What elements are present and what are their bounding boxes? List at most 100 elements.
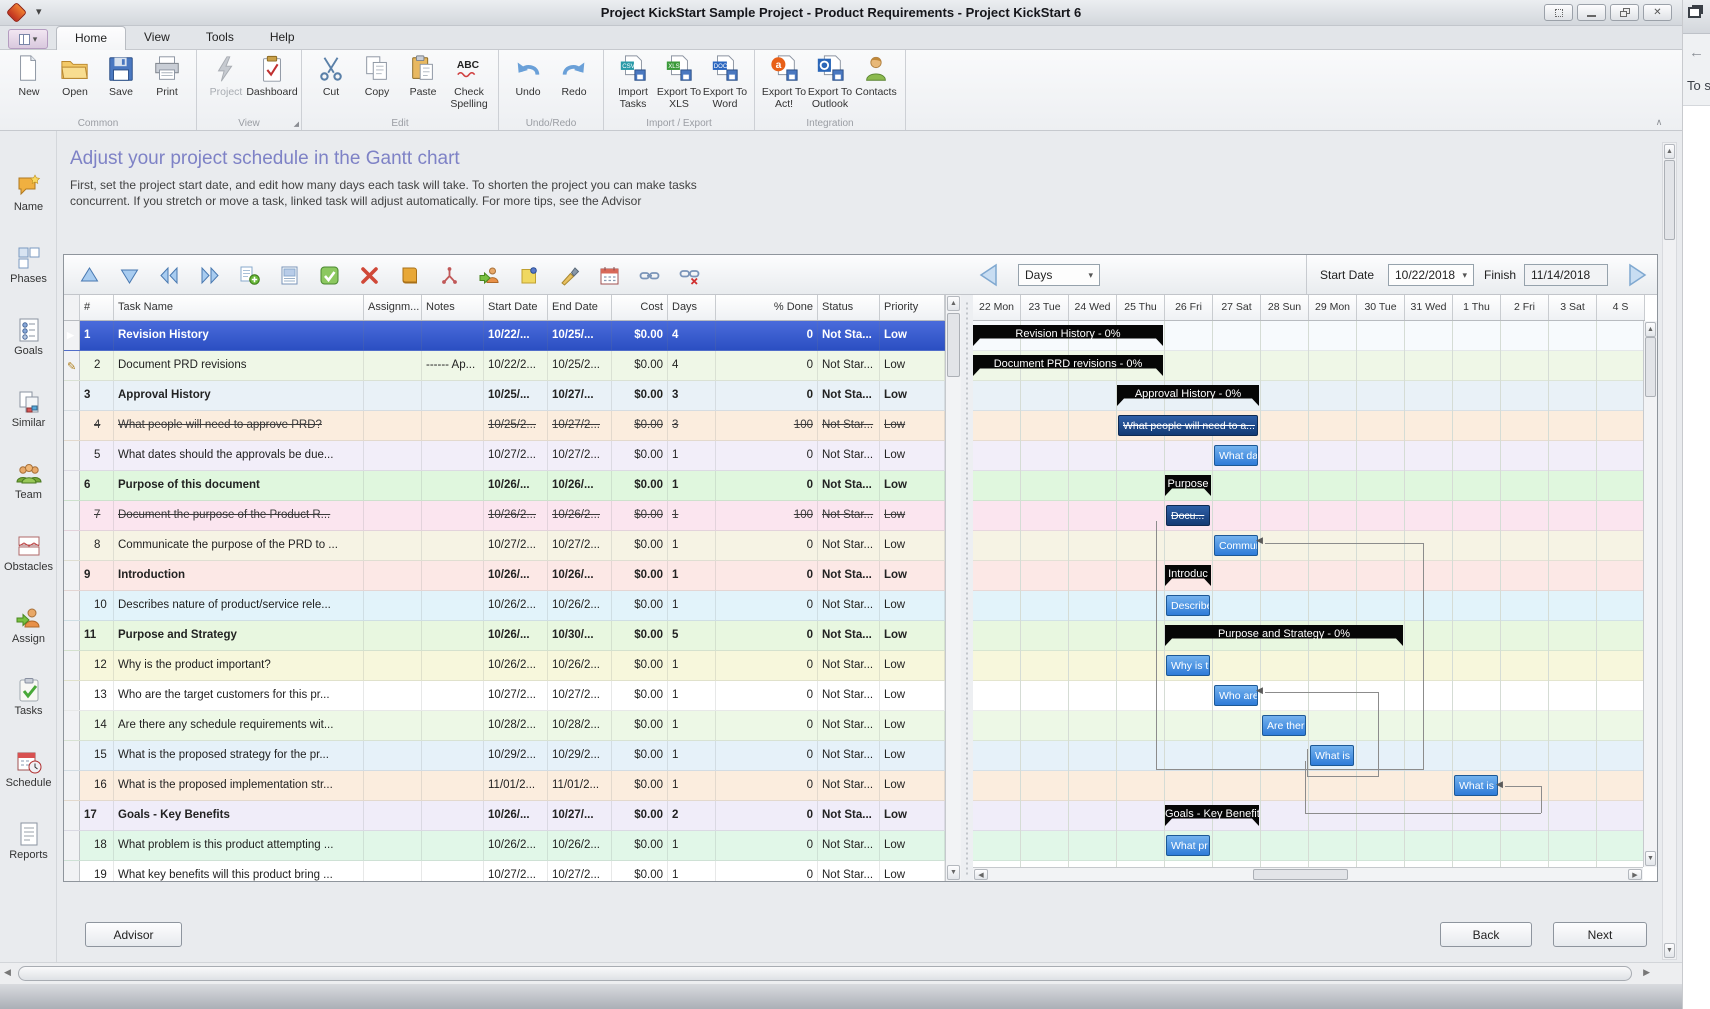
- cell-days[interactable]: 1: [668, 441, 716, 470]
- scroll-right-button[interactable]: ▶: [1628, 869, 1642, 880]
- delete-task-button[interactable]: [356, 262, 382, 288]
- cell-%-done[interactable]: 0: [716, 441, 818, 470]
- pane-splitter[interactable]: [961, 295, 973, 881]
- cell-notes[interactable]: [422, 501, 484, 530]
- cell-days[interactable]: 4: [668, 351, 716, 380]
- content-vertical-scrollbar[interactable]: ▲ ▼: [1662, 142, 1677, 960]
- cell-priority[interactable]: Low: [880, 561, 945, 590]
- cell-status[interactable]: Not Sta...: [818, 801, 880, 830]
- scrollbar-thumb[interactable]: [1253, 869, 1348, 880]
- application-menu-button[interactable]: ▾: [8, 29, 48, 49]
- cell-%-done[interactable]: 100: [716, 501, 818, 530]
- cell-assignm-[interactable]: [364, 801, 422, 830]
- cell-priority[interactable]: Low: [880, 411, 945, 440]
- cell-priority[interactable]: Low: [880, 801, 945, 830]
- collapsed-side-panel[interactable]: ← To s: [1682, 0, 1710, 1009]
- cell-start-date[interactable]: 10/25/2...: [484, 411, 548, 440]
- column-header-priority[interactable]: Priority: [880, 295, 945, 320]
- column-header-end-date[interactable]: End Date: [548, 295, 612, 320]
- cell-task-name[interactable]: What is the proposed implementation str.…: [114, 771, 364, 800]
- group-launcher-icon[interactable]: ◢: [294, 120, 299, 128]
- add-task-button[interactable]: [236, 262, 262, 288]
- task-row-6[interactable]: 6Purpose of this document10/26/...10/26/…: [64, 471, 945, 501]
- cell-%-done[interactable]: 0: [716, 681, 818, 710]
- sidebar-item-team[interactable]: Team: [0, 461, 57, 519]
- cell-%-done[interactable]: 0: [716, 621, 818, 650]
- cell-assignm-[interactable]: [364, 381, 422, 410]
- cell-cost[interactable]: $0.00: [612, 681, 668, 710]
- cell-priority[interactable]: Low: [880, 441, 945, 470]
- panel-back-arrow-icon[interactable]: ←: [1689, 44, 1704, 61]
- cell-assignm-[interactable]: [364, 561, 422, 590]
- cell-days[interactable]: 1: [668, 591, 716, 620]
- task-row-17[interactable]: 17Goals - Key Benefits10/26/...10/27/...…: [64, 801, 945, 831]
- cut-button[interactable]: Cut: [308, 52, 354, 98]
- sidebar-item-similar[interactable]: Similar: [0, 389, 57, 447]
- collapse-ribbon-button[interactable]: ∧: [1648, 117, 1670, 130]
- cell-start-date[interactable]: 10/26/...: [484, 801, 548, 830]
- cell-task-name[interactable]: What is the proposed strategy for the pr…: [114, 741, 364, 770]
- cell-task-name[interactable]: Document the purpose of the Product R...: [114, 501, 364, 530]
- cell-priority[interactable]: Low: [880, 651, 945, 680]
- cell-days[interactable]: 1: [668, 831, 716, 860]
- cell-%-done[interactable]: 0: [716, 861, 818, 881]
- cell-notes[interactable]: [422, 411, 484, 440]
- cell-cost[interactable]: $0.00: [612, 441, 668, 470]
- cell-assignm-[interactable]: [364, 861, 422, 881]
- cell-assignm-[interactable]: [364, 771, 422, 800]
- cell-notes[interactable]: [422, 801, 484, 830]
- cell-%-done[interactable]: 0: [716, 321, 818, 350]
- cell-notes[interactable]: [422, 831, 484, 860]
- cell-days[interactable]: 1: [668, 561, 716, 590]
- cell-#[interactable]: 15: [80, 741, 114, 770]
- cell-%-done[interactable]: 0: [716, 741, 818, 770]
- export-to-outlook-button[interactable]: Export ToOutlook: [807, 52, 853, 110]
- cell-%-done[interactable]: 0: [716, 711, 818, 740]
- cell-start-date[interactable]: 10/22/...: [484, 321, 548, 350]
- cell-task-name[interactable]: Who are the target customers for this pr…: [114, 681, 364, 710]
- cell-priority[interactable]: Low: [880, 591, 945, 620]
- cell-assignm-[interactable]: [364, 681, 422, 710]
- cell-days[interactable]: 1: [668, 861, 716, 881]
- cell-start-date[interactable]: 10/22/2...: [484, 351, 548, 380]
- cell-end-date[interactable]: 10/25/...: [548, 321, 612, 350]
- cell-days[interactable]: 3: [668, 411, 716, 440]
- cell-priority[interactable]: Low: [880, 531, 945, 560]
- cell-priority[interactable]: Low: [880, 861, 945, 881]
- cell-task-name[interactable]: What dates should the approvals be due..…: [114, 441, 364, 470]
- task-row-10[interactable]: 10Describes nature of product/service re…: [64, 591, 945, 621]
- export-to-xls-button[interactable]: XLSExport ToXLS: [656, 52, 702, 110]
- calendar-button[interactable]: [596, 262, 622, 288]
- cell-task-name[interactable]: Revision History: [114, 321, 364, 350]
- task-row-7[interactable]: 7Document the purpose of the Product R..…: [64, 501, 945, 531]
- close-button[interactable]: ✕: [1643, 4, 1672, 21]
- cell-start-date[interactable]: 10/26/...: [484, 561, 548, 590]
- sidebar-item-goals[interactable]: Goals: [0, 317, 57, 375]
- task-row-9[interactable]: 9Introduction10/26/...10/26/...$0.0010No…: [64, 561, 945, 591]
- cell-start-date[interactable]: 10/26/2...: [484, 831, 548, 860]
- cell-%-done[interactable]: 100: [716, 411, 818, 440]
- unlink-tasks-button[interactable]: [676, 262, 702, 288]
- cell-%-done[interactable]: 0: [716, 381, 818, 410]
- new-button[interactable]: New: [6, 52, 52, 98]
- scroll-down-button[interactable]: ▼: [947, 865, 960, 880]
- cell-assignm-[interactable]: [364, 621, 422, 650]
- task-row-4[interactable]: 4What people will need to approve PRD?10…: [64, 411, 945, 441]
- cell-status[interactable]: Not Star...: [818, 651, 880, 680]
- cell-status[interactable]: Not Star...: [818, 501, 880, 530]
- scroll-down-button[interactable]: ▼: [1664, 943, 1675, 958]
- sidebar-item-assign[interactable]: Assign: [0, 605, 57, 663]
- cell-days[interactable]: 5: [668, 621, 716, 650]
- cell-%-done[interactable]: 0: [716, 771, 818, 800]
- cell-#[interactable]: 1: [80, 321, 114, 350]
- cell-assignm-[interactable]: [364, 441, 422, 470]
- cell-task-name[interactable]: Purpose and Strategy: [114, 621, 364, 650]
- gantt-task-bar-14[interactable]: Are ther: [1262, 715, 1306, 736]
- cell-assignm-[interactable]: [364, 321, 422, 350]
- window-style-button[interactable]: [1544, 4, 1573, 21]
- cell-end-date[interactable]: 10/27/2...: [548, 411, 612, 440]
- cell-notes[interactable]: [422, 711, 484, 740]
- restore-button[interactable]: [1610, 4, 1639, 21]
- cell-end-date[interactable]: 10/29/2...: [548, 741, 612, 770]
- task-row-13[interactable]: 13Who are the target customers for this …: [64, 681, 945, 711]
